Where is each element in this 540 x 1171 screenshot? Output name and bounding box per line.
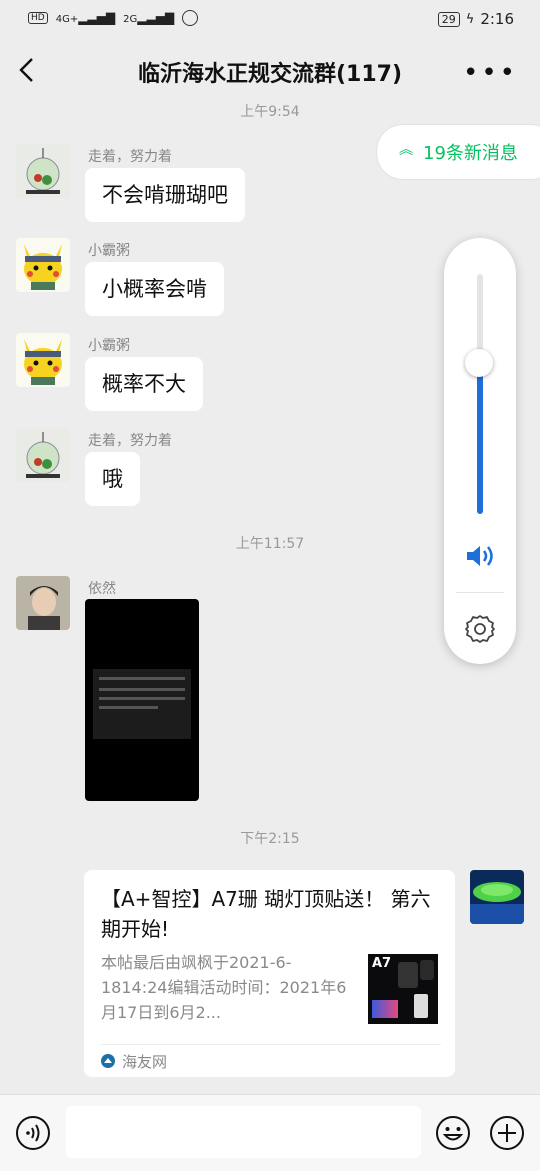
input-bar: [0, 1094, 540, 1171]
avatar[interactable]: [16, 576, 70, 630]
terrarium-avatar-icon: [16, 428, 70, 482]
message-input[interactable]: [66, 1106, 421, 1158]
battery-indicator: 29: [437, 11, 460, 27]
card-source: 海友网: [122, 1053, 168, 1071]
double-chevron-up-icon: ︽: [399, 142, 413, 158]
signal-2g-icon: 2G▂▃▅▇: [123, 11, 175, 25]
pikachu-avatar-icon: [16, 333, 70, 387]
terrarium-avatar-icon: [16, 144, 70, 198]
voice-input-icon[interactable]: [15, 1115, 51, 1151]
charging-icon: ϟ: [465, 11, 475, 27]
volume-slider-knob[interactable]: [465, 348, 493, 377]
sender-name: 小霸粥: [88, 243, 130, 259]
my-avatar[interactable]: [470, 870, 524, 924]
avatar[interactable]: [16, 144, 70, 198]
link-card[interactable]: 【A+智控】A7珊 瑚灯顶贴送！ 第六期开始! 本帖最后由飒枫于2021-6-1…: [84, 870, 455, 1077]
card-description: 本帖最后由飒枫于2021-6-1814:24编辑活动时间：2021年6月17日到…: [101, 953, 347, 1022]
card-thumbnail: A7: [368, 954, 438, 1024]
emoji-icon[interactable]: [435, 1115, 471, 1151]
avatar[interactable]: [16, 333, 70, 387]
speaker-icon[interactable]: [465, 544, 497, 568]
source-logo-icon: [101, 1054, 115, 1068]
message-bubble[interactable]: 哦: [85, 452, 140, 506]
sender-name: 走着，努力着: [88, 433, 172, 449]
signal-4g-icon: 4G+▂▃▅▇: [55, 11, 116, 25]
chat-title: 临沂海水正规交流群(117): [137, 62, 403, 87]
coral-avatar-icon: [470, 870, 524, 924]
timestamp: 下午2:15: [240, 831, 300, 847]
message-bubble[interactable]: 不会啃珊瑚吧: [85, 168, 245, 222]
status-bar: HD 4G+▂▃▅▇ 2G▂▃▅▇ 29 ϟ 2:16: [0, 0, 540, 38]
message-bubble[interactable]: 概率不大: [85, 357, 203, 411]
image-message-content: [93, 669, 191, 739]
new-messages-label: 19条新消息: [423, 143, 518, 164]
image-message[interactable]: [85, 599, 199, 801]
timestamp: 上午9:54: [240, 104, 300, 120]
more-options-icon[interactable]: •••: [463, 60, 518, 86]
volume-panel: [444, 238, 516, 664]
new-messages-button[interactable]: ︽ 19条新消息: [376, 124, 540, 180]
person-avatar-icon: [16, 576, 70, 630]
avatar[interactable]: [16, 238, 70, 292]
settings-gear-icon[interactable]: [464, 613, 496, 645]
vpn-icon: [182, 10, 199, 26]
sender-name: 走着，努力着: [88, 149, 172, 165]
thumbnail-label: A7: [372, 956, 392, 971]
sender-name: 小霸粥: [88, 338, 130, 354]
sender-name: 依然: [88, 581, 116, 597]
add-more-icon[interactable]: [489, 1115, 525, 1151]
hd-indicator: HD: [28, 12, 48, 24]
chat-header: 临沂海水正规交流群(117) •••: [0, 38, 540, 102]
clock: 2:16: [480, 10, 514, 28]
message-bubble[interactable]: 小概率会啃: [85, 262, 224, 316]
volume-fill: [477, 362, 483, 514]
pikachu-avatar-icon: [16, 238, 70, 292]
card-title: 【A+智控】A7珊 瑚灯顶贴送！ 第六期开始!: [101, 887, 431, 941]
avatar[interactable]: [16, 428, 70, 482]
